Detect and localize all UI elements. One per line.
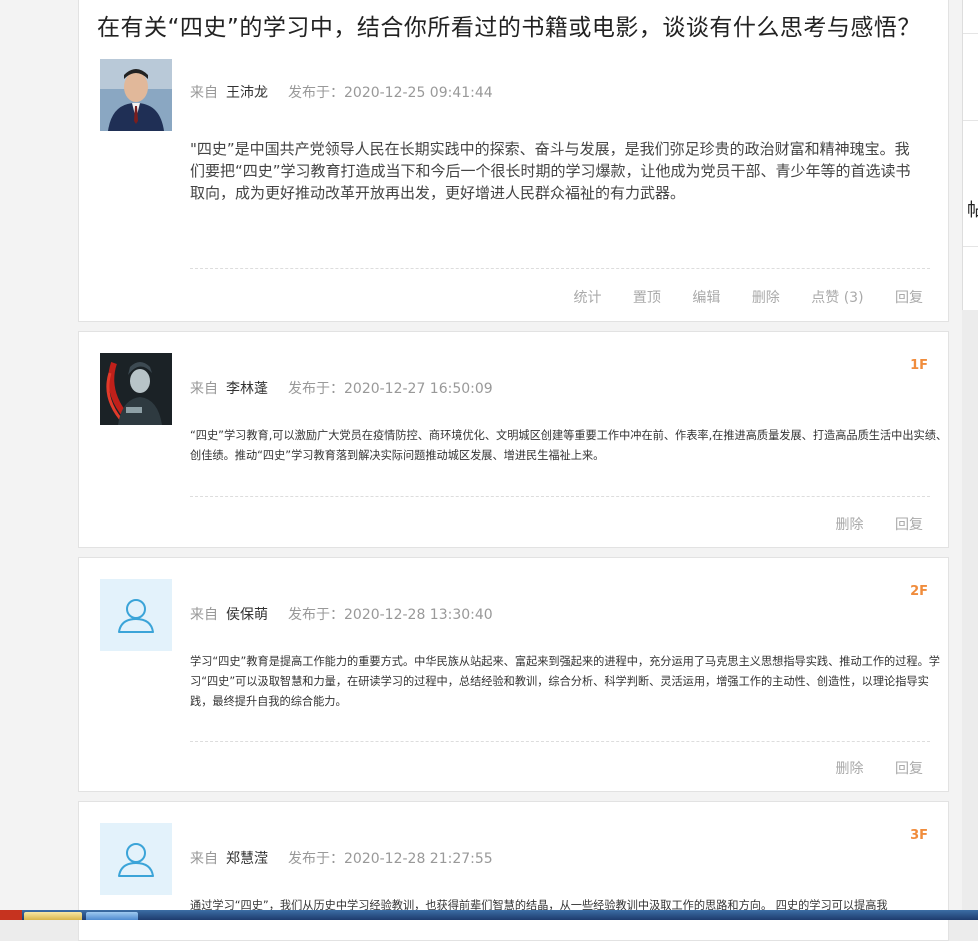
delete-button[interactable]: 删除 [836,517,864,533]
floor-number: 3F [910,828,928,843]
reply-card: 2F 来自 侯保萌 发布于：2020-12-28 13:30:40 学习“四史”教育… [78,557,949,792]
post-meta: 来自 王沛龙 发布于：2020-12-25 09:41:44 [190,82,493,102]
user-icon [118,843,154,877]
floor-number: 2F [910,584,928,599]
stats-button[interactable]: 统计 [573,290,601,306]
avatar[interactable] [100,823,172,895]
reply-content: 学习“四史”教育是提高工作能力的重要方式。中华民族从站起来、富起来到强起来的进程… [190,655,940,708]
taskbar-button[interactable] [86,912,138,920]
reply-actions: 删除 回复 [809,758,923,778]
avatar[interactable] [100,579,172,651]
taskbar-button[interactable] [24,912,82,920]
from-label: 来自 [190,607,218,623]
thread-title: 在有关“四史”的学习中，结合你所看过的书籍或电影，谈谈有什么思考与感悟？ [97,15,921,41]
reply-date: 发布于：2020-12-28 13:30:40 [288,607,493,623]
author-name[interactable]: 郑慧滢 [226,851,268,867]
main-post-card: 在有关“四史”的学习中，结合你所看过的书籍或电影，谈谈有什么思考与感悟？ 来自王… [78,0,949,322]
like-button[interactable]: 点赞 (3) [811,290,863,306]
sidebar-glyph: 帖 [967,200,978,221]
delete-button[interactable]: 删除 [836,761,864,777]
divider [190,268,930,269]
author-photo-icon [100,353,172,425]
author-name[interactable]: 侯保萌 [226,607,268,623]
divider [963,33,978,34]
reply-button[interactable]: 回复 [895,517,923,533]
from-label: 来自 [190,851,218,867]
divider [190,496,930,497]
reply-date: 发布于：2020-12-27 16:50:09 [288,381,493,397]
from-label: 来自 [190,381,218,397]
edit-button[interactable]: 编辑 [692,290,720,306]
reply-button[interactable]: 回复 [895,761,923,777]
reply-meta: 来自 李林蓬 发布于：2020-12-27 16:50:09 [190,378,493,398]
reply-card: 3F 来自 郑慧滢 发布于：2020-12-28 21:27:55 通过学习“四史”… [78,801,949,941]
taskbar [0,910,978,920]
author-name[interactable]: 李林蓬 [226,381,268,397]
avatar[interactable] [100,59,172,131]
from-label: 来自 [190,85,218,101]
sidebar-fragment: 帖 [962,0,978,310]
page: 在有关“四史”的学习中，结合你所看过的书籍或电影，谈谈有什么思考与感悟？ 来自王… [0,0,962,941]
delete-button[interactable]: 删除 [752,290,780,306]
floor-number: 1F [910,358,928,373]
author-photo-icon [100,59,172,131]
taskbar-start-edge[interactable] [0,910,22,920]
avatar[interactable] [100,353,172,425]
divider [190,741,930,742]
reply-actions: 删除 回复 [809,514,923,534]
reply-button[interactable]: 回复 [895,290,923,306]
divider [963,246,978,247]
post-date: 发布于：2020-12-25 09:41:44 [288,85,493,101]
author-name[interactable]: 王沛龙 [226,85,268,101]
user-icon [118,599,154,633]
reply-date: 发布于：2020-12-28 21:27:55 [288,851,493,867]
reply-content: “四史”学习教育,可以激励广大党员在疫情防控、商环境优化、文明城区创建等重要工作… [190,429,948,462]
post-actions: 统计 置顶 编辑 删除 点赞 (3) 回复 [546,287,923,307]
reply-meta: 来自 郑慧滢 发布于：2020-12-28 21:27:55 [190,848,493,868]
reply-meta: 来自 侯保萌 发布于：2020-12-28 13:30:40 [190,604,493,624]
reply-card: 1F 来自 李林蓬 发布于：2020-12-27 16:50:09 “四史”学习教育… [78,331,949,548]
pin-button[interactable]: 置顶 [633,290,661,306]
post-content: "四史”是中国共产党领导人民在长期实践中的探索、奋斗与发展，是我们弥足珍贵的政治… [190,140,911,202]
divider [963,120,978,121]
